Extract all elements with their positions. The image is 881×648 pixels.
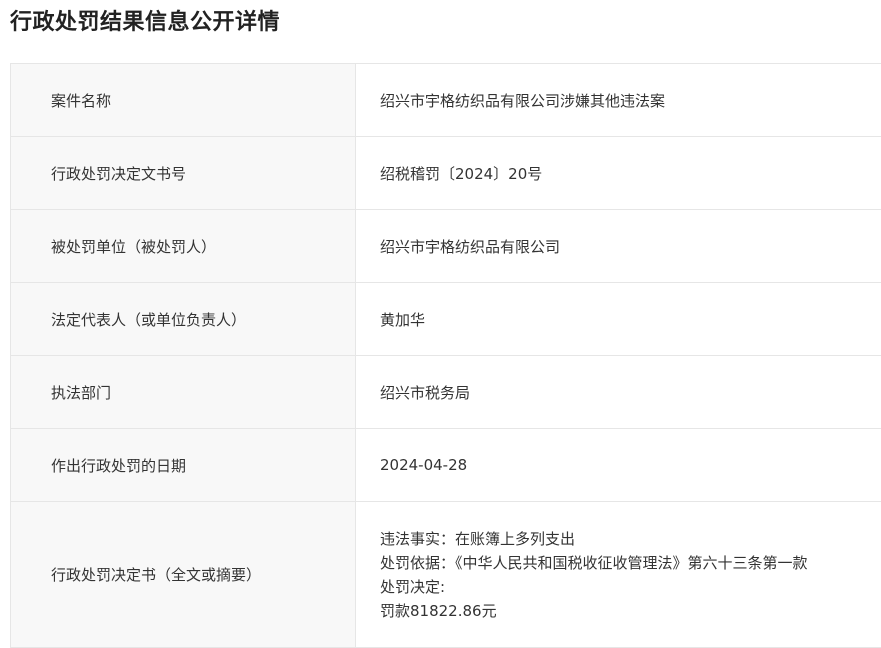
fine-amount-line: 罚款81822.86元 bbox=[380, 601, 497, 620]
row-document-number: 行政处罚决定文书号 绍税稽罚〔2024〕20号 bbox=[11, 137, 881, 210]
row-penalized-party: 被处罚单位（被处罚人） 绍兴市宇格纺织品有限公司 bbox=[11, 210, 881, 283]
row-penalty-decision: 行政处罚决定书（全文或摘要） 违法事实：在账簿上多列支出 处罚依据：《中华人民共… bbox=[11, 502, 881, 648]
penalty-decision-value: 违法事实：在账簿上多列支出 处罚依据：《中华人民共和国税收征收管理法》第六十三条… bbox=[356, 502, 881, 647]
penalty-decision-label: 行政处罚决定书（全文或摘要） bbox=[11, 502, 356, 647]
case-name-label: 案件名称 bbox=[11, 64, 356, 136]
row-enforcement-department: 执法部门 绍兴市税务局 bbox=[11, 356, 881, 429]
row-penalty-date: 作出行政处罚的日期 2024-04-28 bbox=[11, 429, 881, 502]
row-case-name: 案件名称 绍兴市宇格纺织品有限公司涉嫌其他违法案 bbox=[11, 64, 881, 137]
penalty-date-label: 作出行政处罚的日期 bbox=[11, 429, 356, 501]
document-number-value: 绍税稽罚〔2024〕20号 bbox=[380, 164, 543, 183]
penalized-party-value: 绍兴市宇格纺织品有限公司 bbox=[380, 237, 561, 256]
enforcement-department-label: 执法部门 bbox=[11, 356, 356, 428]
penalized-party-label: 被处罚单位（被处罚人） bbox=[11, 210, 356, 282]
penalty-basis-line: 处罚依据：《中华人民共和国税收征收管理法》第六十三条第一款 bbox=[380, 553, 808, 572]
legal-representative-label: 法定代表人（或单位负责人） bbox=[11, 283, 356, 355]
page-title: 行政处罚结果信息公开详情 bbox=[10, 10, 281, 35]
detail-table: 案件名称 绍兴市宇格纺织品有限公司涉嫌其他违法案 行政处罚决定文书号 绍税稽罚〔… bbox=[10, 63, 881, 648]
case-name-value: 绍兴市宇格纺织品有限公司涉嫌其他违法案 bbox=[380, 91, 666, 110]
document-number-label: 行政处罚决定文书号 bbox=[11, 137, 356, 209]
penalty-decision-lines: 违法事实：在账簿上多列支出 处罚依据：《中华人民共和国税收征收管理法》第六十三条… bbox=[380, 527, 808, 623]
penalty-date-value: 2024-04-28 bbox=[380, 456, 468, 474]
enforcement-department-value: 绍兴市税务局 bbox=[380, 383, 471, 402]
row-legal-representative: 法定代表人（或单位负责人） 黄加华 bbox=[11, 283, 881, 356]
penalty-decision-heading-line: 处罚决定: bbox=[380, 577, 446, 596]
violation-facts-line: 违法事实：在账簿上多列支出 bbox=[380, 529, 576, 548]
legal-representative-value: 黄加华 bbox=[380, 310, 426, 329]
